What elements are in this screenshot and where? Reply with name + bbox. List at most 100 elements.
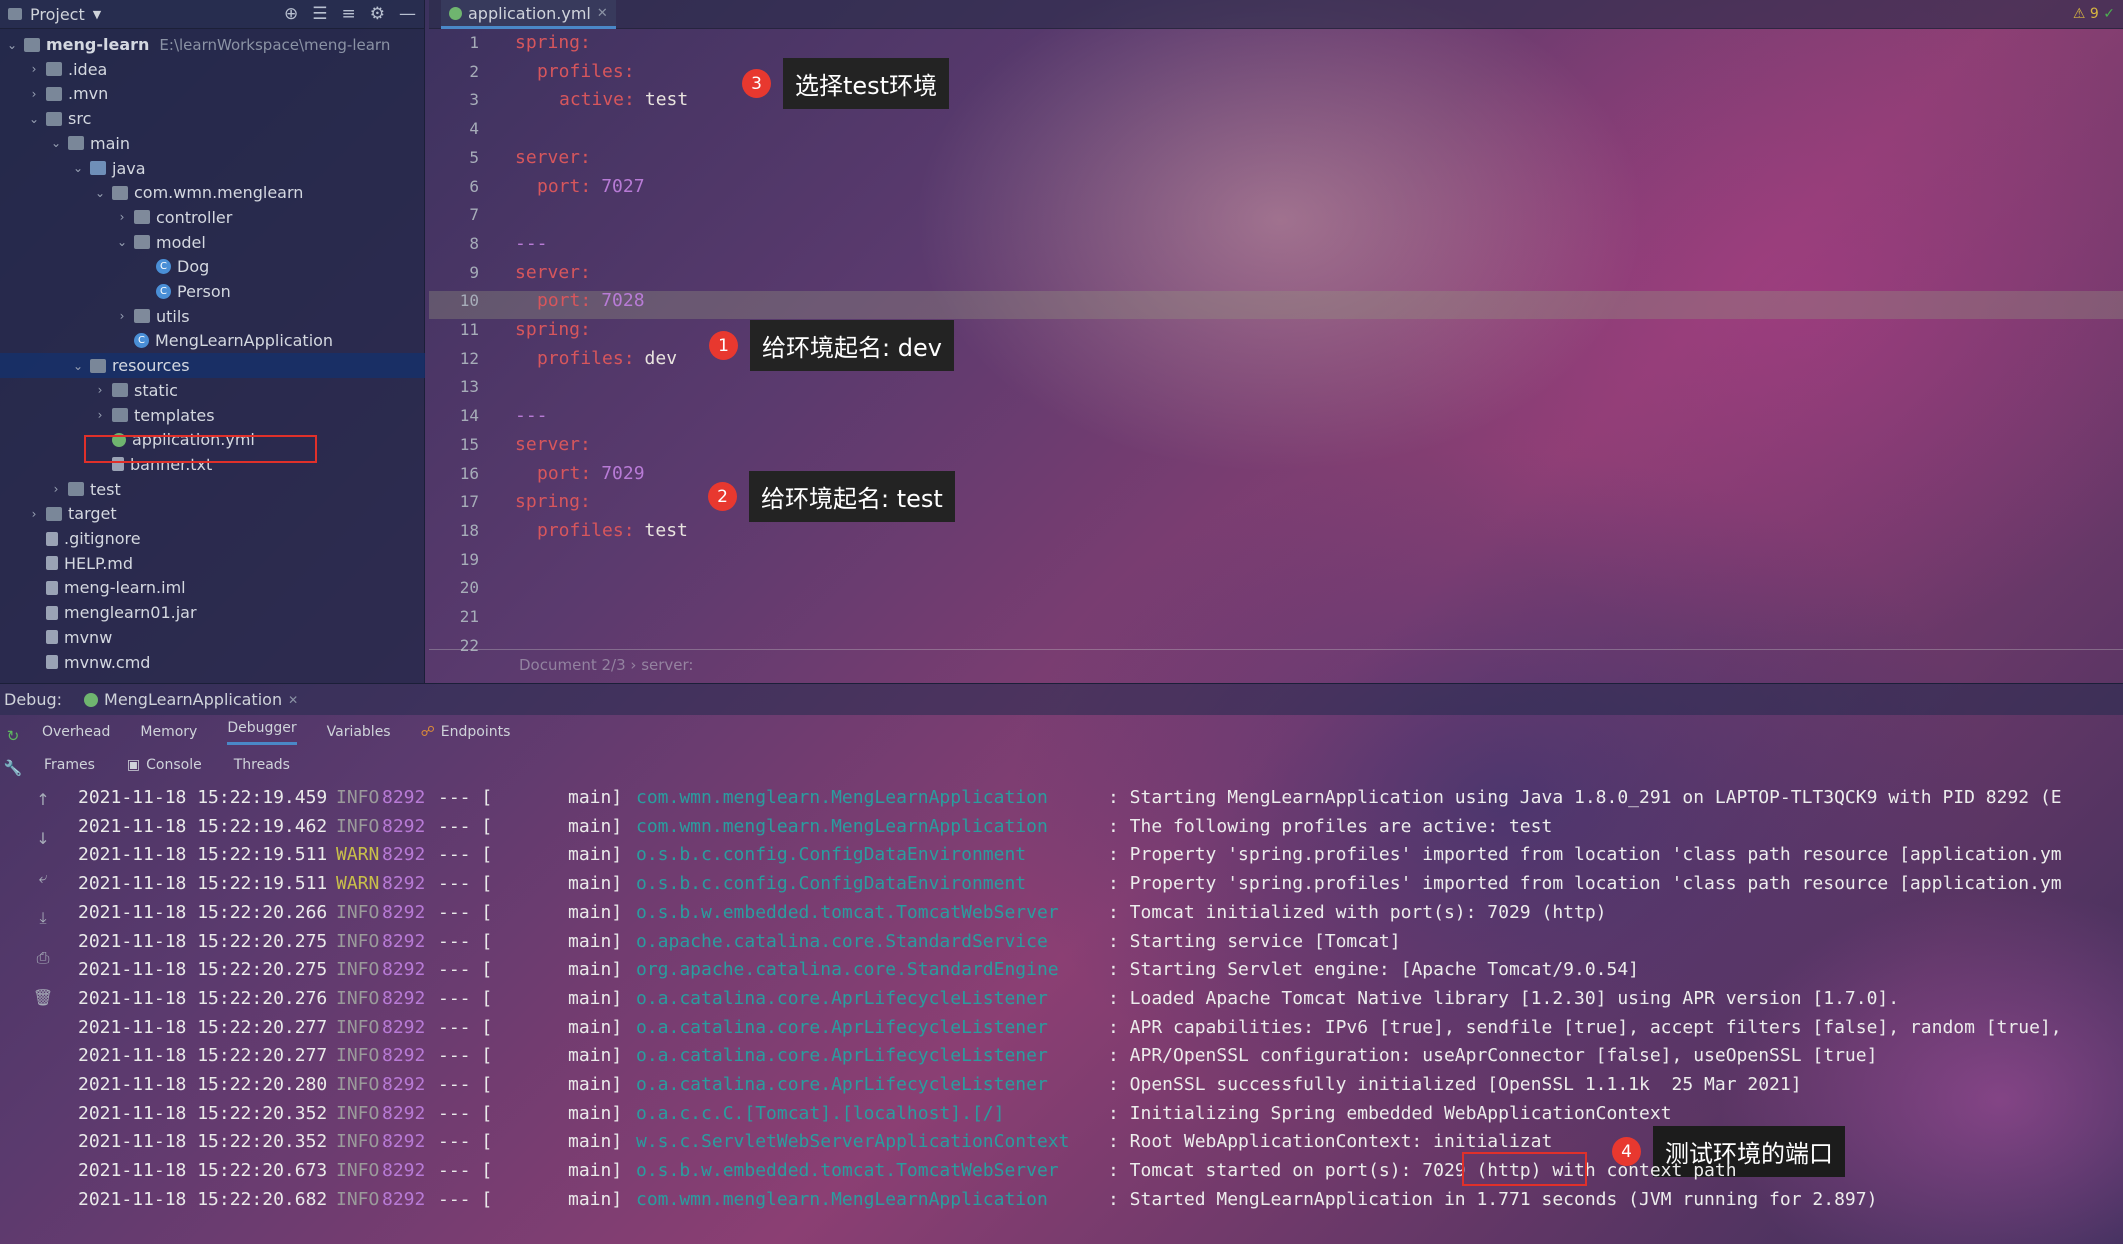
tab-endpoints[interactable]: ☍ Endpoints — [421, 724, 511, 740]
tree-item[interactable]: ⌄ com.wmn.menglearn — [0, 180, 425, 205]
tab-application-yml[interactable]: application.yml ✕ — [441, 0, 616, 29]
tree-item-label: MengLearnApplication — [155, 331, 334, 351]
chevron-right-icon[interactable]: › — [48, 482, 64, 496]
tree-item[interactable]: C Dog — [0, 254, 425, 279]
annotation-2: 2 给环境起名: test — [708, 471, 955, 522]
tab-threads[interactable]: Threads — [234, 757, 290, 773]
tab-memory[interactable]: Memory — [140, 724, 197, 740]
log-pid: 8292 — [382, 787, 426, 808]
chevron-down-icon[interactable]: ⌄ — [70, 359, 86, 373]
locate-icon[interactable]: ⊕ — [284, 4, 298, 24]
close-icon[interactable]: ✕ — [288, 693, 298, 707]
code-line: server: — [515, 259, 591, 288]
log-timestamp: 2021-11-18 15:22:20.277 — [78, 1016, 328, 1038]
chevron-down-icon[interactable]: ⌄ — [92, 186, 108, 200]
tree-item[interactable]: › .mvn — [0, 81, 425, 106]
tree-item[interactable]: › controller — [0, 205, 425, 230]
breadcrumb-item[interactable]: server: — [641, 656, 693, 674]
annotation-1: 1 给环境起名: dev — [709, 320, 954, 371]
tree-item[interactable]: ⌄ java — [0, 156, 425, 181]
tree-item[interactable]: C Person — [0, 279, 425, 304]
tree-item[interactable]: › utils — [0, 304, 425, 329]
log-line: 2021-11-18 15:22:20.352 INFO 8292 --- [main… — [78, 1128, 1552, 1156]
tree-item[interactable]: mvnw.cmd — [0, 650, 425, 675]
annotation-text: 给环境起名: test — [749, 471, 955, 522]
print-icon[interactable]: ⎙ — [37, 948, 50, 968]
trash-icon[interactable]: 🗑 — [33, 988, 53, 1007]
chevron-right-icon[interactable]: › — [26, 507, 42, 521]
log-logger: com.wmn.menglearn.MengLearnApplication — [636, 787, 1048, 808]
chevron-right-icon[interactable]: › — [92, 383, 108, 397]
hide-icon[interactable]: — — [399, 4, 416, 24]
log-pid: 8292 — [382, 1016, 426, 1038]
tree-item[interactable]: .gitignore — [0, 526, 425, 551]
log-logger: o.a.c.c.C.[Tomcat].[localhost].[/] — [636, 1102, 1005, 1124]
tree-item[interactable]: › test — [0, 477, 425, 502]
chevron-down-icon[interactable]: ⌄ — [26, 112, 42, 126]
tab-label: application.yml — [468, 3, 591, 23]
arrow-up-icon[interactable]: ↑ — [36, 790, 49, 809]
inspection-widget[interactable]: ⚠ 9 ✓ — [2073, 6, 2115, 22]
tab-variables[interactable]: Variables — [327, 724, 391, 740]
tree-item[interactable]: › target — [0, 501, 425, 526]
chevron-down-icon[interactable]: ⌄ — [4, 38, 20, 52]
chevron-right-icon[interactable]: › — [114, 309, 130, 323]
tree-item[interactable]: › static — [0, 378, 425, 403]
tree-item[interactable]: mvnw — [0, 625, 425, 650]
tree-item-label: menglearn01.jar — [64, 603, 197, 623]
tree-item[interactable]: › .idea — [0, 57, 425, 82]
chevron-right-icon[interactable]: › — [114, 210, 130, 224]
rerun-icon[interactable]: ↻ — [7, 727, 20, 745]
gear-icon[interactable]: ⚙ — [370, 4, 385, 24]
chevron-down-icon[interactable]: ⌄ — [70, 161, 86, 175]
line-number: 2 — [469, 61, 479, 81]
log-level: WARN — [336, 873, 380, 895]
collapse-all-icon[interactable]: ≡ — [342, 4, 356, 24]
tab-frames[interactable]: Frames — [44, 757, 95, 773]
folder-icon — [90, 358, 106, 373]
project-view-selector[interactable]: Project ▼ — [8, 5, 101, 24]
scroll-to-end-icon[interactable]: ⤓ — [39, 908, 46, 928]
yaml-key: server: — [515, 146, 591, 168]
tree-item[interactable]: ⌄ resources — [0, 353, 425, 379]
tree-item[interactable]: ⌄ model — [0, 230, 425, 255]
log-level: INFO — [336, 787, 380, 808]
highlight-box — [84, 435, 317, 463]
tree-item[interactable]: ⌄ src — [0, 106, 425, 131]
log-separator: --- [ — [438, 959, 493, 981]
soft-wrap-icon[interactable]: ⤶ — [39, 868, 48, 888]
folder-src-icon — [90, 161, 106, 175]
tree-item[interactable]: ⌄ meng-learn E:\learnWorkspace\meng-learn — [0, 32, 425, 57]
expand-all-icon[interactable]: ☰ — [312, 4, 327, 24]
tree-item-label: utils — [156, 306, 190, 326]
breadcrumb-item[interactable]: Document 2/3 — [519, 656, 626, 674]
debug-config-tab[interactable]: MengLearnApplication ✕ — [84, 690, 298, 709]
arrow-down-icon[interactable]: ↓ — [36, 829, 49, 848]
chevron-down-icon[interactable]: ⌄ — [114, 235, 130, 249]
tree-item[interactable]: ⌄ main — [0, 131, 425, 156]
yaml-key: server: — [515, 433, 591, 455]
code-editor[interactable]: 1 spring: 2 profiles: 3 active: test 4 5 server: 6… — [429, 29, 2123, 655]
line-number: 20 — [459, 578, 479, 598]
tree-item[interactable]: meng-learn.iml — [0, 575, 425, 600]
tree-item[interactable]: C MengLearnApplication — [0, 328, 425, 353]
close-icon[interactable]: ✕ — [597, 6, 608, 21]
tree-item[interactable]: › templates — [0, 403, 425, 428]
tab-console[interactable]: ▣ Console — [127, 757, 202, 773]
log-timestamp: 2021-11-18 15:22:20.352 — [78, 1131, 328, 1153]
chevron-down-icon[interactable]: ⌄ — [48, 136, 64, 150]
chevron-right-icon[interactable]: › — [26, 62, 42, 76]
console-output[interactable]: 2021-11-18 15:22:19.459 INFO 8292 --- [main… — [62, 784, 2123, 1244]
settings-icon[interactable]: 🔧 — [4, 759, 23, 777]
warning-icon: ⚠ — [2072, 6, 2086, 22]
code-line: --- — [515, 402, 548, 431]
tab-debugger[interactable]: Debugger — [227, 720, 297, 745]
tree-item-label: meng-learn — [46, 35, 150, 54]
tree-item[interactable]: HELP.md — [0, 551, 425, 576]
tab-overhead[interactable]: Overhead — [42, 724, 110, 740]
log-timestamp: 2021-11-18 15:22:20.276 — [78, 987, 328, 1009]
chevron-right-icon[interactable]: › — [92, 408, 108, 422]
chevron-right-icon[interactable]: › — [26, 87, 42, 101]
tree-item[interactable]: menglearn01.jar — [0, 600, 425, 625]
log-line: 2021-11-18 15:22:20.277 INFO 8292 --- [main… — [78, 1014, 2062, 1042]
